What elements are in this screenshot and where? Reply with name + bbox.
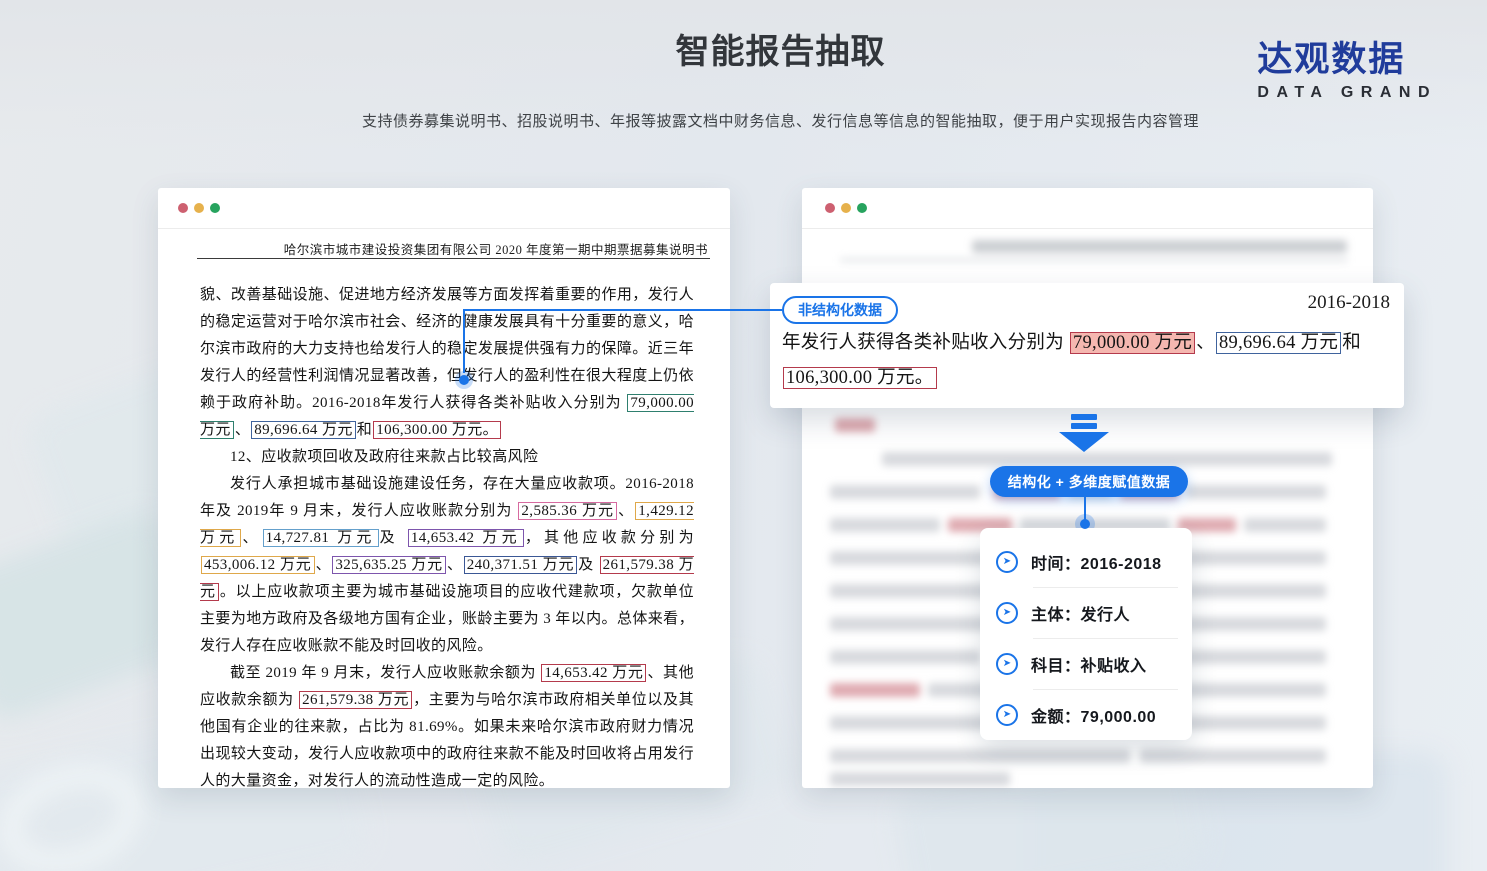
field-text: 主体：发行人: [1031, 601, 1130, 625]
section-heading: 12、应收款项回收及政府往来款占比较高风险: [200, 444, 694, 471]
highlighted-value: 14,653.42 万元: [408, 529, 524, 547]
blurred-text-line: [1244, 518, 1326, 532]
paragraph: 发行人承担城市基础设施建设任务，存在大量应收款项。2016-2018 年及 20…: [200, 471, 694, 660]
brand-logo: 达观数据 DATA GRAND: [1257, 42, 1437, 102]
document-body: 貌、改善基础设施、促进地方经济发展等方面发挥着重要的作用，发行人的稳定运营对于哈…: [200, 282, 694, 795]
connector-line: [463, 309, 782, 311]
field-value: 79,000.00: [1081, 709, 1157, 726]
field-label: 时间：: [1031, 556, 1081, 573]
blurred-text-line: [1140, 749, 1326, 763]
page-subtitle: 支持债券募集说明书、招股说明书、年报等披露文档中财务信息、发行信息等信息的智能抽…: [74, 110, 1487, 131]
field-row-account: ➤ 科目：补贴收入: [980, 639, 1192, 689]
blurred-text-line: [830, 518, 940, 532]
paragraph: 貌、改善基础设施、促进地方经济发展等方面发挥着重要的作用，发行人的稳定运营对于哈…: [200, 282, 694, 444]
field-text: 时间：2016-2018: [1031, 550, 1162, 574]
connector-line: [463, 309, 465, 373]
highlighted-value: 453,006.12 万元: [201, 556, 315, 574]
highlighted-value: 106,300.00 万元。: [373, 421, 501, 439]
highlighted-value: 325,635.25 万元: [332, 556, 446, 574]
circle-arrow-icon: ➤: [996, 551, 1018, 573]
extracted-sentence: 年发行人获得各类补贴收入分别为 79,000.00 万元、89,696.64 万…: [782, 326, 1394, 396]
window-close-icon: [178, 203, 188, 213]
blurred-text-line: [830, 683, 920, 697]
field-label: 金额：: [1031, 709, 1081, 726]
brand-logo-cn: 达观数据: [1257, 42, 1437, 77]
highlighted-value: 89,696.64 万元: [251, 421, 356, 439]
anchor-dot: [1080, 519, 1090, 529]
anchor-dot: [459, 375, 469, 385]
source-document-window: 哈尔滨市城市建设投资集团有限公司 2020 年度第一期中期票据募集说明书 貌、改…: [158, 188, 730, 788]
field-label: 科目：: [1031, 658, 1081, 675]
circle-arrow-icon: ➤: [996, 704, 1018, 726]
document-header: 哈尔滨市城市建设投资集团有限公司 2020 年度第一期中期票据募集说明书: [284, 239, 708, 258]
blurred-text-line: [830, 650, 980, 664]
field-row-subject: ➤ 主体：发行人: [980, 588, 1192, 638]
circle-arrow-icon: ➤: [996, 653, 1018, 675]
unstructured-data-tag[interactable]: 非结构化数据: [782, 296, 898, 324]
arrow-down-icon: [1059, 414, 1109, 454]
field-value: 2016-2018: [1081, 556, 1162, 573]
window-titlebar: [158, 188, 730, 229]
structured-data-button[interactable]: 结构化 + 多维度赋值数据: [990, 466, 1188, 497]
blurred-text-line: [1170, 584, 1326, 598]
window-minimize-icon: [194, 203, 204, 213]
blurred-text-line: [830, 772, 1010, 786]
field-value: 发行人: [1081, 607, 1131, 624]
blurred-text-line: [882, 452, 1332, 466]
document-header-rule: [197, 258, 710, 259]
blurred-text-line: [835, 418, 875, 432]
circle-arrow-icon: ➤: [996, 602, 1018, 624]
paragraph: 截至 2019 年 9 月末，发行人应收账款余额为 14,653.42 万元、其…: [200, 660, 694, 795]
unstructured-data-card: 非结构化数据 2016-2018 年发行人获得各类补贴收入分别为 79,000.…: [770, 283, 1404, 408]
field-text: 科目：补贴收入: [1031, 652, 1147, 676]
background-blur-shape: [0, 750, 154, 871]
field-label: 主体：: [1031, 607, 1081, 624]
blurred-text-line: [830, 485, 980, 499]
window-maximize-icon: [210, 203, 220, 213]
highlighted-value: 79,000.00 万元: [1070, 332, 1195, 354]
period-label: 2016-2018: [1308, 292, 1390, 314]
highlighted-value: 14,727.81 万元: [263, 529, 379, 547]
highlighted-value: 106,300.00 万元。: [783, 367, 937, 389]
field-value: 补贴收入: [1081, 658, 1147, 675]
highlighted-value: 2,585.36 万元: [518, 502, 617, 520]
blurred-doc-header: [972, 240, 1347, 253]
field-row-amount: ➤ 金额：79,000.00: [980, 690, 1192, 740]
highlighted-value: 261,579.38 万元: [299, 691, 412, 709]
page: 智能报告抽取 支持债券募集说明书、招股说明书、年报等披露文档中财务信息、发行信息…: [0, 0, 1487, 871]
highlighted-value: 14,653.42 万元: [541, 664, 646, 682]
blurred-text-line: [1186, 485, 1326, 499]
field-text: 金额：79,000.00: [1031, 703, 1156, 727]
highlighted-value: 240,371.51 万元: [464, 556, 578, 574]
blurred-text-line: [830, 749, 1130, 763]
blurred-doc-rule: [840, 259, 1348, 261]
structured-fields-card: ➤ 时间：2016-2018 ➤ 主体：发行人 ➤ 科目：补贴收入 ➤ 金额：7…: [980, 528, 1192, 740]
highlighted-value: 89,696.64 万元: [1216, 332, 1341, 354]
field-row-time: ➤ 时间：2016-2018: [980, 537, 1192, 587]
brand-logo-en: DATA GRAND: [1257, 84, 1437, 102]
